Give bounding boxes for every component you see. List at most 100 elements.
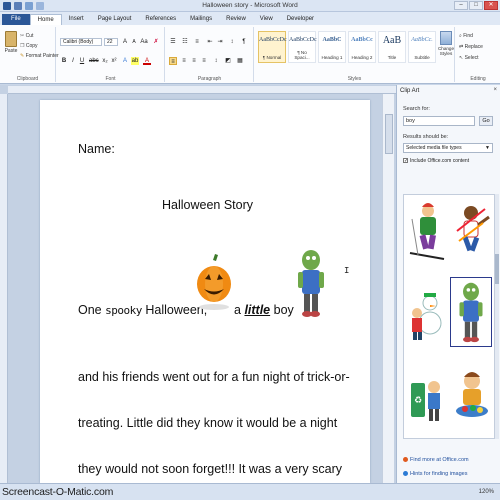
copy-button[interactable]: ❐ Copy: [20, 43, 38, 49]
help-icon: [403, 471, 408, 477]
shrink-font-button[interactable]: A: [130, 38, 138, 46]
tab-page-layout[interactable]: Page Layout: [91, 14, 139, 25]
results-scrollbar[interactable]: [495, 194, 499, 439]
story-line-2[interactable]: and his friends went out for a fun night…: [78, 370, 350, 384]
subscript-button[interactable]: x₂: [101, 57, 109, 65]
decrease-indent-icon[interactable]: ⇤: [206, 38, 214, 46]
font-size-select[interactable]: 22: [104, 38, 118, 46]
align-left-icon[interactable]: ≡: [169, 57, 177, 65]
multilevel-list-icon[interactable]: ≡: [193, 38, 201, 46]
format-painter-button[interactable]: ✎ Format Painter: [20, 53, 59, 59]
horizontal-ruler: [8, 86, 396, 94]
results-scrollbar-thumb[interactable]: [495, 254, 499, 284]
highlight-button[interactable]: ab: [131, 57, 139, 65]
skier-boy-clip[interactable]: [406, 197, 448, 267]
grow-font-button[interactable]: A: [121, 38, 129, 46]
boy-costume-image[interactable]: [296, 248, 326, 318]
document-page[interactable]: Name: Halloween Story One spooky Hallowe…: [40, 100, 370, 483]
tab-review[interactable]: Review: [219, 14, 253, 25]
font-color-button[interactable]: A: [143, 57, 151, 65]
name-line[interactable]: Name:: [78, 142, 115, 156]
zoom-level[interactable]: 120%: [479, 489, 494, 495]
show-marks-icon[interactable]: ¶: [240, 38, 248, 46]
svg-text:♻: ♻: [414, 396, 422, 406]
tab-file[interactable]: File: [2, 14, 30, 25]
running-boy-clip[interactable]: [451, 197, 493, 267]
close-button[interactable]: ✕: [484, 1, 498, 10]
tab-references[interactable]: References: [138, 14, 183, 25]
bold-button[interactable]: B: [60, 57, 68, 65]
tab-insert[interactable]: Insert: [62, 14, 91, 25]
change-styles-icon: [440, 31, 452, 45]
eating-boy-clip[interactable]: [451, 361, 493, 431]
sort-icon[interactable]: ↕: [228, 38, 236, 46]
select-button[interactable]: ↖ Select: [459, 55, 479, 61]
numbering-icon[interactable]: ☷: [181, 38, 189, 46]
align-right-icon[interactable]: ≡: [190, 57, 198, 65]
story-line-1[interactable]: One spooky Halloween,: [78, 303, 207, 317]
find-button[interactable]: ⌕ Find: [459, 33, 473, 39]
paste-button[interactable]: Paste: [3, 31, 19, 54]
tab-view[interactable]: View: [253, 14, 280, 25]
media-type-select[interactable]: Selected media file types ▼: [403, 143, 493, 153]
tab-mailings[interactable]: Mailings: [183, 14, 219, 25]
document-scrollbar[interactable]: [382, 94, 394, 483]
window-title: Halloween story - Microsoft Word: [202, 2, 298, 9]
justify-icon[interactable]: ≡: [200, 57, 208, 65]
hints-link[interactable]: Hints for finding images: [403, 471, 467, 477]
strikethrough-button[interactable]: abc: [89, 57, 99, 65]
superscript-button[interactable]: x²: [110, 57, 118, 65]
clear-formatting-button[interactable]: ✗: [152, 38, 160, 46]
italic-button[interactable]: I: [69, 57, 77, 65]
maximize-button[interactable]: □: [469, 1, 483, 10]
search-input[interactable]: boy: [403, 116, 475, 126]
text-effects-button[interactable]: A: [121, 57, 129, 65]
find-more-link[interactable]: Find more at Office.com: [403, 457, 469, 463]
cut-button[interactable]: ✂ Cut: [20, 33, 33, 39]
pumpkin-image[interactable]: [194, 252, 234, 312]
clipboard-group: Paste ✂ Cut ❐ Copy ✎ Format Painter Clip…: [0, 27, 59, 82]
shading-icon[interactable]: ◩: [224, 57, 232, 65]
office-icon: [403, 457, 408, 463]
line-spacing-icon[interactable]: ↕: [212, 57, 220, 65]
style-normal[interactable]: AaBbCcDc ¶ Normal: [258, 31, 287, 63]
costume-boy-clip[interactable]: [450, 277, 492, 347]
go-button[interactable]: Go: [479, 116, 493, 126]
search-label: Search for:: [403, 106, 430, 112]
story-line-1b[interactable]: a little boy: [234, 303, 294, 317]
snowman-boy-clip[interactable]: [406, 279, 448, 349]
style-heading-1[interactable]: AaBbC Heading 1: [318, 31, 346, 63]
window-controls: – □ ✕: [454, 1, 498, 10]
tab-developer[interactable]: Developer: [280, 14, 321, 25]
story-title[interactable]: Halloween Story: [162, 198, 253, 212]
story-line-4[interactable]: they would not soon forget!!! It was a v…: [78, 462, 342, 476]
include-office-checkbox[interactable]: ✓ Include Office.com content: [403, 158, 469, 164]
tab-home[interactable]: Home: [29, 14, 62, 25]
clip-art-pane: Clip Art × Search for: boy Go Results sh…: [396, 85, 500, 483]
recycling-boy-clip[interactable]: ♻: [406, 361, 448, 431]
style-title[interactable]: AaB Title: [378, 31, 406, 63]
style-subtitle[interactable]: AaBbCc. Subtitle: [408, 31, 436, 63]
scissors-icon: ✂: [20, 33, 25, 39]
style-heading-2[interactable]: AaBbCc Heading 2: [348, 31, 376, 63]
select-arrow-icon: ↖: [459, 55, 464, 61]
style-no-spacing[interactable]: AaBbCcDc ¶ No Spaci...: [288, 31, 317, 63]
bullets-icon[interactable]: ☰: [169, 38, 177, 46]
ribbon: Paste ✂ Cut ❐ Copy ✎ Format Painter Clip…: [0, 25, 500, 84]
replace-button[interactable]: ⇄ Replace: [459, 44, 483, 50]
clip-art-results: ♻: [403, 194, 495, 439]
vertical-ruler: [0, 94, 8, 483]
align-center-icon[interactable]: ≡: [180, 57, 188, 65]
minimize-button[interactable]: –: [454, 1, 468, 10]
change-styles-button[interactable]: Change Styles: [437, 31, 455, 56]
scrollbar-thumb[interactable]: [385, 114, 393, 154]
font-family-select[interactable]: Calibri (Body): [60, 38, 102, 46]
clipboard-icon: [5, 31, 17, 47]
pane-close-button[interactable]: ×: [493, 87, 497, 93]
story-line-3[interactable]: treating. Little did they know it would …: [78, 416, 337, 430]
increase-indent-icon[interactable]: ⇥: [216, 38, 224, 46]
checkbox-icon: ✓: [403, 158, 409, 165]
borders-icon[interactable]: ▦: [236, 57, 244, 65]
underline-button[interactable]: U: [78, 57, 86, 65]
change-case-button[interactable]: Aa: [140, 38, 148, 46]
